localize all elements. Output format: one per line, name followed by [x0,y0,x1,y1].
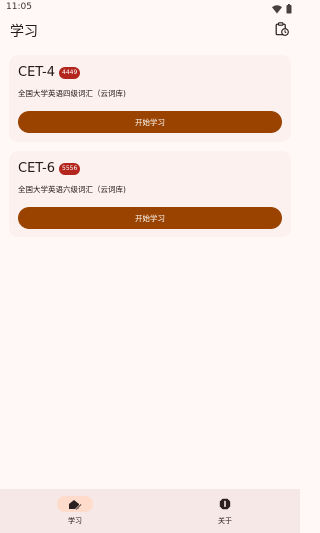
learn-icon [67,498,83,510]
nav-item-learn[interactable]: 学习 [0,489,150,533]
card-title-row: CET-4 4449 [18,65,81,80]
status-bar: 11:05 [0,0,300,16]
bottom-navigation: 学习 关于 [0,489,300,533]
nav-label: 学习 [68,517,82,525]
wifi-icon [272,0,282,18]
book-card-cet4: CET-4 4449 全国大学英语四级词汇（云词库) 开始学习 [9,55,291,142]
start-learning-button[interactable]: 开始学习 [18,207,282,229]
history-icon [275,21,289,40]
status-icons [272,3,292,13]
word-count-badge: 4449 [59,66,81,79]
history-button[interactable] [272,20,292,40]
start-learning-button[interactable]: 开始学习 [18,111,282,133]
word-count-badge: 5556 [59,162,81,175]
book-subtitle: 全国大学英语六级词汇（云词库) [18,185,126,194]
book-subtitle: 全国大学英语四级词汇（云词库) [18,89,126,98]
book-title: CET-4 [18,65,56,80]
book-card-cet6: CET-6 5556 全国大学英语六级词汇（云词库) 开始学习 [9,151,291,237]
status-time: 11:05 [6,2,32,12]
app-bar: 学习 [0,16,300,46]
card-title-row: CET-6 5556 [18,161,81,176]
nav-item-about[interactable]: 关于 [150,489,300,533]
battery-icon [286,0,292,18]
page-title: 学习 [10,24,38,40]
book-title: CET-6 [18,161,56,176]
nav-label: 关于 [218,517,232,525]
about-icon [217,498,233,510]
